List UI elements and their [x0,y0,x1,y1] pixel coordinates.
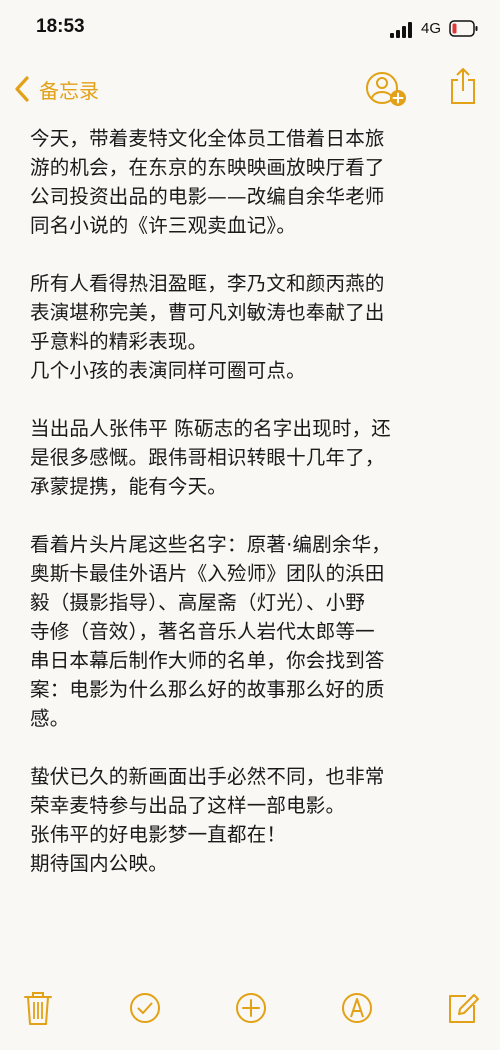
note-line: 承蒙提携，能有今天。 [30,475,228,498]
network-type: 4G [421,20,442,37]
note-line: 串日本幕后制作大师的名单，你会找到答 [30,649,385,672]
note-paragraph-2: 所有人看得热泪盈眶，李乃文和颜丙燕的 表演堪称完美，曹可凡刘敏涛也奉献了出 乎意… [30,269,478,385]
note-line: 公司投资出品的电影——改编自余华老师 [30,185,385,208]
checklist-button[interactable] [128,990,162,1026]
compose-button[interactable] [446,990,480,1026]
note-line: 案：电影为什么那么好的故事那么好的质 [30,678,385,701]
note-line: 蛰伏已久的新画面出手必然不同，也非常 [30,765,385,788]
nav-bar: 备忘录 [0,60,500,120]
note-line: 今天，带着麦特文化全体员工借着日本旅 [30,127,385,150]
note-paragraph-4: 看着片头片尾这些名字：原著·编剧余华， 奥斯卡最佳外语片《入殓师》团队的浜田 毅… [30,530,478,733]
note-line: 所有人看得热泪盈眶，李乃文和颜丙燕的 [30,272,385,295]
status-time: 18:53 [36,16,85,37]
note-body[interactable]: 今天，带着麦特文化全体员工借着日本旅 游的机会，在东京的东映映画放映厅看了 公司… [30,124,478,907]
battery-icon [449,20,478,37]
add-people-button[interactable] [364,70,410,110]
back-button[interactable]: 备忘录 [14,74,99,104]
note-paragraph-5: 蛰伏已久的新画面出手必然不同，也非常 荣幸麦特参与出品了这样一部电影。 张伟平的… [30,762,478,878]
note-line: 同名小说的《许三观卖血记》。 [30,214,297,237]
status-bar: 18:53 4G [0,0,500,60]
delete-button[interactable] [21,990,55,1026]
note-line: 几个小孩的表演同样可圈可点。 [30,359,306,382]
signal-icon [390,22,412,38]
note-line: 期待国内公映。 [30,852,168,875]
add-icon [236,993,266,1023]
note-paragraph-3: 当出品人张伟平 陈砺志的名字出现时，还 是很多感慨。跟伟哥相识转眼十几年了， 承… [30,414,478,501]
back-label: 备忘录 [39,78,99,103]
note-line: 看着片头片尾这些名字：原著·编剧余华， [30,533,391,556]
note-paragraph-1: 今天，带着麦特文化全体员工借着日本旅 游的机会，在东京的东映映画放映厅看了 公司… [30,124,478,240]
note-line: 游的机会，在东京的东映映画放映厅看了 [30,156,385,179]
note-line: 是很多感慨。跟伟哥相识转眼十几年了， [30,446,385,469]
note-line: 荣幸麦特参与出品了这样一部电影。 [30,794,346,817]
share-button[interactable] [448,66,478,106]
compose-icon [449,994,479,1023]
add-button[interactable] [234,990,268,1026]
note-line: 张伟平的好电影梦一直都在！ [30,823,287,846]
note-line: 毅（摄影指导）、高屋斋（灯光）、小野 [30,591,366,614]
note-line: 表演堪称完美，曹可凡刘敏涛也奉献了出 [30,301,385,324]
checklist-icon [130,993,160,1023]
note-line: 乎意料的精彩表现。 [30,330,208,353]
markup-button[interactable] [340,990,374,1026]
bottom-toolbar [0,980,500,1040]
chevron-left-icon [15,76,29,102]
markup-icon [342,993,372,1023]
add-person-icon [366,72,406,106]
note-line: 寺修（音效），著名音乐人岩代太郎等一 [30,620,375,643]
note-line: 感。 [30,707,70,730]
note-line: 当出品人张伟平 陈砺志的名字出现时，还 [30,417,391,440]
trash-icon [24,992,52,1025]
share-icon [451,68,475,104]
note-line: 奥斯卡最佳外语片《入殓师》团队的浜田 [30,562,385,585]
